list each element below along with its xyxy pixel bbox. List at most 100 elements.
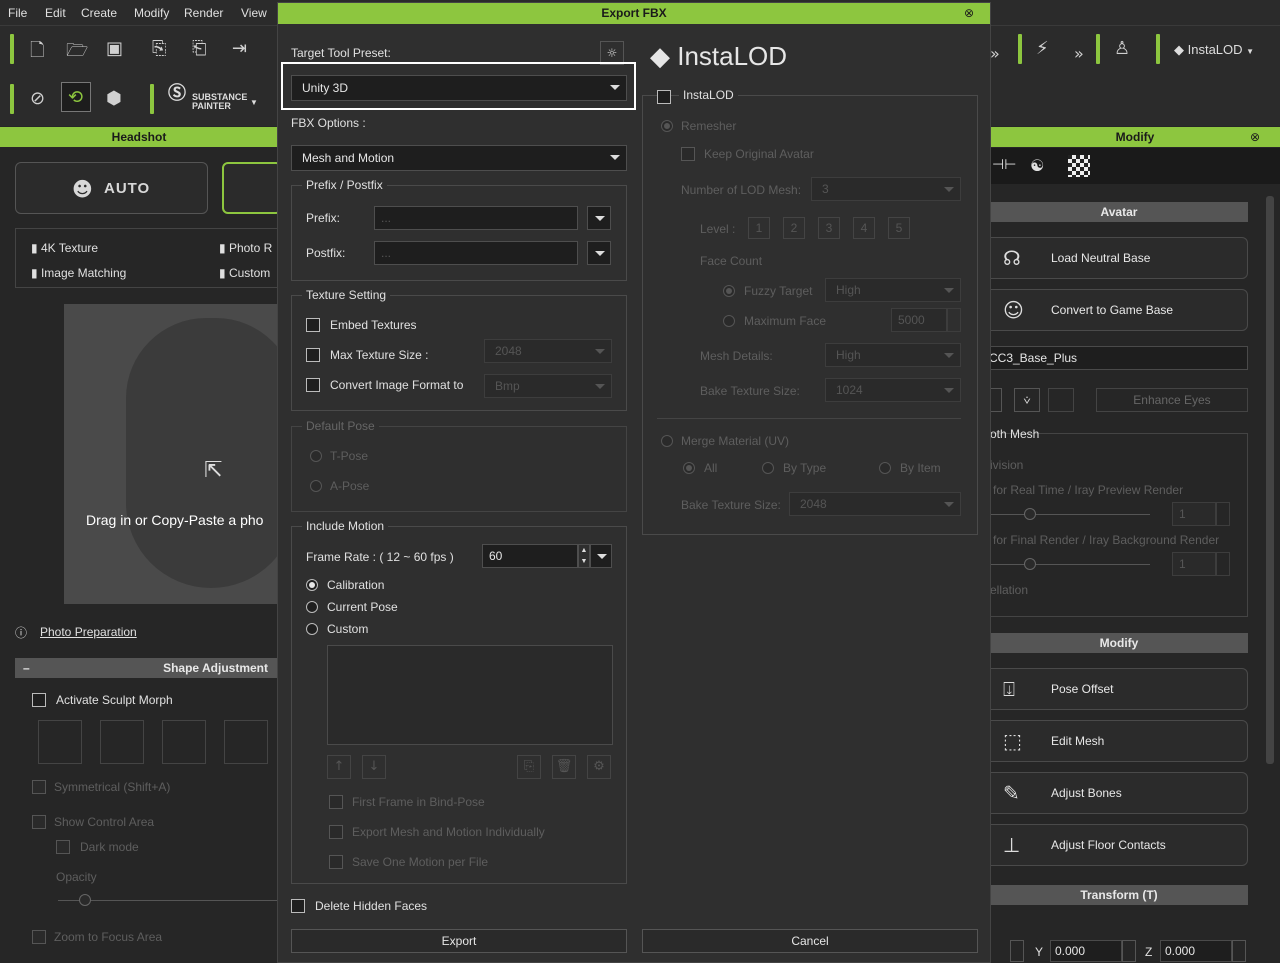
fuzzy-target-select[interactable]: High [825, 278, 961, 302]
enhance-eyes-button[interactable]: Enhance Eyes [1096, 388, 1248, 412]
postfix-dropdown-button[interactable] [587, 241, 611, 265]
all-radio[interactable] [683, 462, 695, 474]
calibration-radio[interactable] [306, 579, 318, 591]
final-slider-handle[interactable] [1024, 558, 1036, 570]
bake-texture-select[interactable]: 1024 [825, 378, 961, 402]
material-tab-icon[interactable]: ☯ [1030, 156, 1044, 175]
export-icon[interactable]: ⇥ [232, 38, 247, 59]
menu-modify[interactable]: Modify [134, 6, 169, 20]
realtime-spinner[interactable] [1216, 502, 1230, 526]
maximum-face-spinner[interactable] [947, 308, 961, 332]
export-individually-checkbox[interactable] [329, 825, 343, 839]
y-spinner[interactable] [1122, 940, 1136, 962]
dark-mode-checkbox[interactable] [56, 840, 70, 854]
postfix-input[interactable]: ... [374, 241, 578, 265]
sculpt-eye-button[interactable] [162, 720, 206, 764]
num-lod-select[interactable]: 3 [811, 177, 961, 201]
menu-create[interactable]: Create [81, 6, 117, 20]
move-down-button[interactable]: ↓ [362, 755, 386, 779]
sculpt-face-button[interactable] [38, 720, 82, 764]
photo-preparation-link[interactable]: Photo Preparation [40, 625, 137, 639]
open-folder-icon[interactable]: 🗁 [66, 38, 88, 68]
activate-sculpt-checkbox[interactable] [32, 693, 46, 707]
show-control-checkbox[interactable] [32, 815, 46, 829]
current-pose-radio[interactable] [306, 601, 318, 613]
delete-hidden-checkbox[interactable] [291, 899, 305, 913]
level-3-button[interactable]: 3 [818, 217, 840, 239]
convert-image-select[interactable]: Bmp [484, 374, 612, 398]
realtime-slider-handle[interactable] [1024, 508, 1036, 520]
cubes-icon[interactable]: ⬢ [106, 88, 122, 109]
scrollbar[interactable] [1266, 196, 1274, 764]
menu-file[interactable]: File [8, 6, 27, 20]
shape-adjustment-header[interactable]: – Shape Adjustment [15, 658, 278, 678]
by-type-radio[interactable] [762, 462, 774, 474]
auto-button[interactable]: ☻ AUTO [15, 162, 208, 214]
sculpt-head-button[interactable] [100, 720, 144, 764]
bake-texture2-select[interactable]: 2048 [789, 492, 961, 516]
cancel-button[interactable]: Cancel [642, 929, 978, 953]
max-texture-checkbox[interactable] [306, 348, 320, 362]
adjust-floor-button[interactable]: ⊥ Adjust Floor Contacts [980, 824, 1248, 866]
export-button[interactable]: Export [291, 929, 627, 953]
final-value[interactable]: 1 [1172, 552, 1216, 576]
sculpt-scale-button[interactable] [224, 720, 268, 764]
motion-list[interactable] [327, 645, 613, 745]
headshot-tool-button[interactable]: ⟲ [61, 82, 91, 112]
eye-up-button[interactable] [1048, 388, 1074, 412]
maximum-face-input[interactable]: 5000 [891, 308, 947, 332]
save-one-checkbox[interactable] [329, 855, 343, 869]
morph-icon[interactable]: ⊘ [30, 88, 45, 109]
fuzzy-target-radio[interactable] [723, 285, 735, 297]
double-chevron-icon[interactable]: » [1074, 44, 1084, 63]
level-4-button[interactable]: 4 [853, 217, 875, 239]
prefix-dropdown-button[interactable] [587, 206, 611, 230]
load-neutral-button[interactable]: ☊ Load Neutral Base [980, 237, 1248, 279]
double-chevron-icon[interactable]: » [990, 44, 1000, 63]
maximum-face-radio[interactable] [723, 315, 735, 327]
menu-view[interactable]: View [241, 6, 267, 20]
symmetrical-checkbox[interactable] [32, 780, 46, 794]
texture-tab-icon[interactable] [1068, 155, 1090, 177]
import-icon[interactable]: ⎘ [152, 38, 166, 59]
final-spinner[interactable] [1216, 552, 1230, 576]
convert-image-checkbox[interactable] [306, 378, 320, 392]
eye-down-button[interactable]: ⩒ [1014, 388, 1040, 412]
close-icon[interactable]: ⊗ [964, 6, 974, 20]
mesh-details-select[interactable]: High [825, 343, 961, 367]
level-1-button[interactable]: 1 [748, 217, 770, 239]
opacity-slider-handle[interactable] [79, 894, 91, 906]
frame-rate-spinner[interactable]: ▲ ▼ [578, 544, 590, 568]
realtime-value[interactable]: 1 [1172, 502, 1216, 526]
adjust-bones-button[interactable]: ✎ Adjust Bones [980, 772, 1248, 814]
prefix-input[interactable]: ... [374, 206, 578, 230]
convert-game-button[interactable]: ☺ Convert to Game Base [980, 289, 1248, 331]
ic-import-icon[interactable]: ⎗ [192, 38, 206, 59]
merge-material-radio[interactable] [661, 435, 673, 447]
opacity-slider-track[interactable] [58, 900, 278, 901]
pose-offset-button[interactable]: ⍗ Pose Offset [980, 668, 1248, 710]
realtime-slider-track[interactable] [990, 514, 1150, 515]
new-file-icon[interactable]: 🗋 [30, 38, 44, 68]
final-slider-track[interactable] [990, 564, 1150, 565]
level-5-button[interactable]: 5 [888, 217, 910, 239]
instalod-toolbar-button[interactable]: ◆ InstaLOD ▼ [1174, 42, 1254, 58]
frame-rate-dropdown[interactable] [590, 544, 612, 568]
move-up-button[interactable]: ↑ [327, 755, 351, 779]
a-pose-radio[interactable] [310, 480, 322, 492]
menu-render[interactable]: Render [184, 6, 223, 20]
motion-settings-button[interactable]: ⚙ [587, 755, 611, 779]
mesh-tab-icon[interactable]: ⊣⊢ [992, 157, 1016, 173]
x-spinner[interactable] [1010, 940, 1024, 962]
menu-edit[interactable]: Edit [45, 6, 66, 20]
save-icon[interactable]: ▣ [106, 38, 123, 59]
delete-motion-button[interactable]: 🗑 [552, 755, 576, 779]
character-icon[interactable]: ♙ [1114, 38, 1130, 59]
z-field[interactable]: 0.000 [1160, 940, 1232, 962]
z-spinner[interactable] [1232, 940, 1246, 962]
first-frame-checkbox[interactable] [329, 795, 343, 809]
max-texture-select[interactable]: 2048 [484, 339, 612, 363]
pro-button[interactable] [222, 162, 282, 214]
motion-icon[interactable]: ⚡ [1036, 38, 1049, 59]
y-field[interactable]: 0.000 [1050, 940, 1122, 962]
